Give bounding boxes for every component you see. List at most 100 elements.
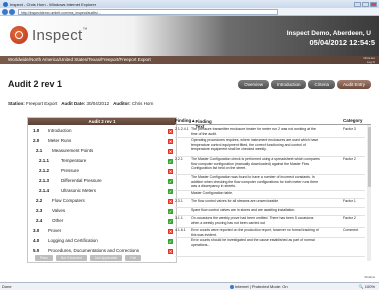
tree-item-number: 2.0 (33, 138, 40, 143)
not-applicable-button[interactable]: Not Applicable (90, 255, 123, 261)
finding-row[interactable]: Error counts should be investigated and … (175, 238, 365, 257)
tree-item[interactable]: 2.4 Other ✓ (28, 218, 178, 224)
page-title: Audit 2 rev 1 (8, 79, 63, 89)
not-extracted-button[interactable]: Not Extracted (55, 255, 87, 261)
pass-check-icon[interactable]: ✓ (168, 208, 173, 214)
finding-column-header[interactable]: Finding (175, 118, 191, 123)
finding-text: Operating procedures requires, where ins… (191, 138, 319, 151)
finding-text: On occasions the weekly prove had been o… (191, 216, 314, 225)
finding-text: Error counts should be investigated and … (191, 238, 315, 247)
tray-label: Window (364, 275, 375, 279)
fail-cross-icon[interactable]: ✕ (168, 138, 173, 144)
app-header: Inspect™ Inspect Demo, Aberdeen, U 05/04… (0, 16, 379, 56)
tree-item-label: Meter Runs (48, 138, 72, 143)
finding-text: Error counts were reported on the produc… (191, 228, 319, 237)
finding-text: The Master Configuration was found to ha… (191, 175, 319, 188)
tree-item-number: 2.1.3 (39, 178, 50, 183)
current-datetime: 05/04/2012 12:54:5 (309, 38, 375, 47)
tree-item[interactable]: 2.1 Measurement Points ✕ (28, 148, 178, 154)
demo-title: Inspect Demo, Aberdeen, U (286, 30, 371, 37)
inspect-logo[interactable]: Inspect™ (10, 26, 88, 44)
tree-item[interactable]: 4.0 Logging and Certification ✓ (28, 238, 178, 244)
finding-text: Master Configuration table. (191, 191, 234, 195)
tree-item-label: Differential Pressure (61, 178, 102, 183)
finding-row[interactable]: Master Configuration table. (175, 191, 365, 199)
pass-check-icon[interactable]: ✓ (168, 188, 173, 194)
tree-item[interactable]: 2.1.4 Ultrasonic Meters ✓ (28, 188, 178, 194)
finding-category: Factor 1 (343, 199, 356, 203)
tree-item-label: Logging and Certification (48, 238, 98, 243)
fail-cross-icon[interactable]: ✕ (168, 248, 173, 254)
fail-button[interactable]: Fail (125, 255, 142, 261)
tree-item-number: 2.1.1 (39, 158, 50, 163)
finding-text: The Master Configuration check is perfor… (191, 157, 320, 170)
tree-item[interactable]: 2.1.1 Temperature ✓ (28, 158, 178, 164)
finding-text: The pressure transmitter enclosure heate… (191, 127, 316, 136)
finding-text: The flow control valves for all streams … (191, 199, 279, 203)
tree-item-number: 1.0 (33, 128, 40, 133)
pass-check-icon[interactable]: ✓ (168, 218, 173, 224)
finding-row[interactable]: Spare flow control valves are in stores … (175, 208, 365, 216)
url-input[interactable]: http://inspectdemo.umbrit.com/ms_inspect… (18, 8, 278, 15)
tree-item-number: 2.3 (36, 208, 43, 213)
tree-item-number: 5.0 (33, 248, 40, 253)
fail-cross-icon[interactable]: ✕ (168, 168, 173, 174)
findings-table: Finding ▲ Finding Text Category 2.1.2.4.… (175, 117, 371, 263)
finding-text-column-header[interactable]: ▲ Finding Text (191, 118, 212, 129)
breadcrumb-path[interactable]: Worldwide/North America/United States/Te… (8, 57, 151, 62)
tab-audit-entry[interactable]: Audit Entry (336, 80, 371, 89)
station-value: Freeport Export (26, 101, 58, 106)
globe-icon (230, 284, 234, 289)
finding-row[interactable]: 2.3.1 The flow control valves for all str… (175, 199, 365, 208)
minimize-button[interactable] (354, 1, 361, 7)
pass-check-icon[interactable]: ✓ (168, 238, 173, 244)
tree-item[interactable]: 1.0 Introduction ✕ (28, 128, 178, 134)
tree-item[interactable]: 5.0 Procedures, Documentations and Correc… (28, 248, 178, 254)
browser-status-bar: Done Internet | Protected Mode: On 🔍 100… (0, 282, 379, 290)
scrollbar-thumb[interactable] (367, 127, 371, 187)
finding-row[interactable]: Operating procedures requires, where ins… (175, 138, 365, 157)
forward-icon[interactable] (9, 8, 15, 15)
finding-row[interactable]: 3.1.1 On occasions the weekly prove had b… (175, 216, 365, 228)
status-button-row: Pass Not Extracted Not Applicable Fail (35, 255, 142, 261)
address-bar: http://inspectdemo.umbrit.com/ms_inspect… (0, 8, 379, 16)
status-text: Done (2, 284, 12, 289)
tree-item[interactable]: 2.0 Meter Runs ✕ (28, 138, 178, 144)
maximize-button[interactable] (362, 1, 369, 7)
fail-cross-icon[interactable]: ✕ (168, 198, 173, 204)
logout-link[interactable]: Log O (363, 60, 375, 64)
fail-cross-icon[interactable]: ✕ (168, 148, 173, 154)
pass-button[interactable]: Pass (35, 255, 53, 261)
tree-item[interactable]: 2.1.3 Differential Pressure ✓ (28, 178, 178, 184)
audit-tree-panel: Audit 2 rev 1 1.0 Introduction ✕ 2.0 Meter R… (27, 117, 177, 263)
tab-introduction[interactable]: Introduction (270, 80, 307, 89)
finding-row[interactable]: 2.1.2.4.1 The pressure transmitter enclos… (175, 127, 365, 138)
pass-check-icon[interactable]: ✓ (168, 158, 173, 164)
window-controls (354, 1, 379, 7)
tab-criteria[interactable]: Criteria (308, 80, 335, 89)
finding-row[interactable]: 2.2.1 The Master Configuration check is p… (175, 157, 365, 175)
tree-item-label: Valves (52, 208, 66, 213)
finding-id: 4.1.6.1 (175, 228, 186, 232)
tab-overview[interactable]: Overview (238, 80, 269, 89)
finding-row[interactable]: The Master Configuration was found to ha… (175, 175, 365, 191)
tree-item-number: 4.0 (33, 238, 40, 243)
tree-item[interactable]: 2.2 Flow Computers ✕ (28, 198, 178, 204)
finding-id: 2.2.1 (175, 157, 183, 161)
close-button[interactable] (370, 1, 377, 7)
tree-item-number: 2.1.2 (39, 168, 50, 173)
tree-item[interactable]: 2.1.2 Pressure ✕ (28, 168, 178, 174)
back-icon[interactable] (2, 8, 8, 15)
tree-item[interactable]: 3.0 Prover ✕ (28, 228, 178, 234)
auditor-label: Auditor: (113, 101, 131, 106)
category-column-header[interactable]: Category (343, 118, 363, 123)
fail-cross-icon[interactable]: ✕ (168, 128, 173, 134)
fail-cross-icon[interactable]: ✕ (168, 228, 173, 234)
findings-scrollbar[interactable] (367, 125, 371, 261)
zoom-level[interactable]: 🔍 100% (359, 283, 375, 290)
tree-item[interactable]: 2.3 Valves ✓ (28, 208, 178, 214)
pass-check-icon[interactable]: ✓ (168, 178, 173, 184)
finding-row[interactable]: 4.1.6.1 Error counts were reported on the… (175, 228, 365, 238)
finding-text: Spare flow control valves are in stores … (191, 208, 296, 212)
ie-logo-icon (3, 1, 8, 7)
